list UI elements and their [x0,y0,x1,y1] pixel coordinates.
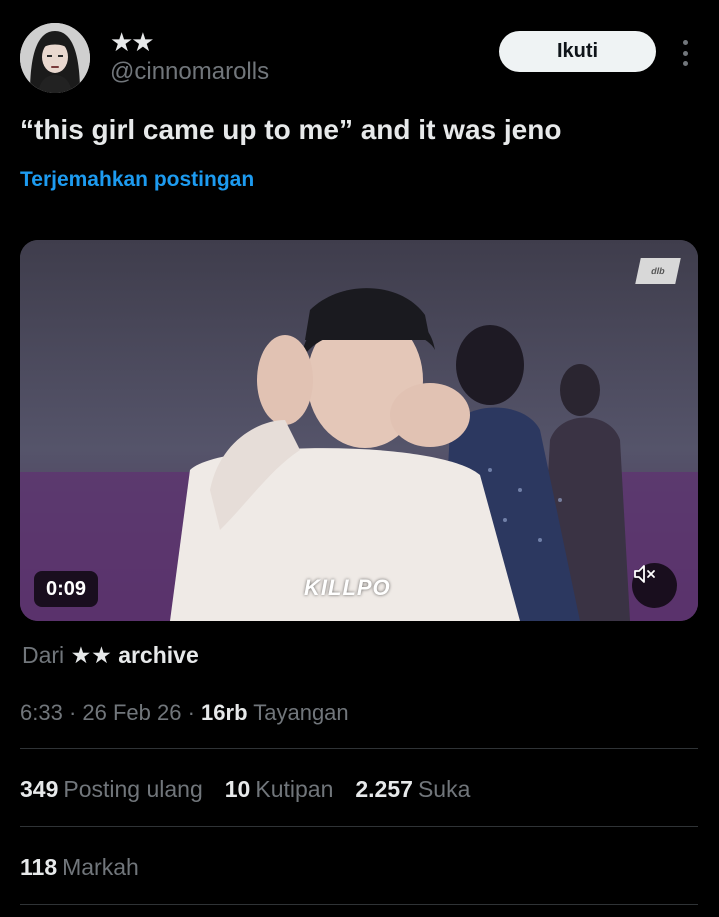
likes-label: Suka [417,776,471,802]
bookmarks-label: Markah [62,854,139,880]
more-dot [682,40,688,45]
author-display-name[interactable]: ★★ [110,28,155,56]
source-attribution: Dari ★★ archive [22,640,199,670]
likes-stat[interactable]: 2.257 Suka [355,774,470,804]
tweet-time[interactable]: 6:33 [20,700,63,725]
avatar[interactable] [20,23,90,93]
tweet-meta: 6:33 · 26 Feb 26 · 16rb Tayangan [20,700,349,725]
divider [20,748,698,749]
reposts-label: Posting ulang [63,776,203,802]
more-vertical-icon[interactable] [672,36,698,70]
video-duration: 0:09 [34,571,98,607]
divider [20,826,698,827]
volume-muted-icon[interactable] [632,563,677,608]
views-count: 16rb [201,700,248,725]
video-watermark: KILLPO [304,575,391,600]
divider [20,904,698,905]
reposts-count: 349 [20,776,59,802]
more-dot [682,50,688,56]
quotes-label: Kutipan [255,776,334,802]
author-handle[interactable]: @cinnomarolls [110,58,269,86]
avatar-image [20,23,90,93]
tweet-text: “this girl came up to me” and it was jen… [20,114,562,145]
video-player[interactable]: dlb KILLPO 0:09 [20,240,698,621]
tweet-detail: ★★ @cinnomarolls Ikuti “this girl came u… [0,0,719,917]
translate-link[interactable]: Terjemahkan postingan [20,166,254,194]
quotes-stat[interactable]: 10 Kutipan [225,774,334,804]
likes-count: 2.257 [355,776,413,802]
views-label: Tayangan [253,700,349,725]
channel-logo: dlb [635,258,681,284]
engagement-stats: 349 Posting ulang 10 Kutipan 2.257 Suka [20,774,492,804]
tweet-date[interactable]: 26 Feb 26 [82,700,181,725]
quotes-count: 10 [224,776,251,802]
speaker-muted-glyph [634,565,655,583]
video-frame [20,240,698,621]
bookmarks-stat[interactable]: 118 Markah [20,852,139,882]
reposts-stat[interactable]: 349 Posting ulang [20,774,203,804]
bookmarks-count: 118 [20,854,58,880]
follow-button[interactable]: Ikuti [499,31,656,72]
source-prefix: Dari [22,642,65,668]
more-dot [682,61,688,66]
source-name[interactable]: ★★ archive [71,642,199,668]
